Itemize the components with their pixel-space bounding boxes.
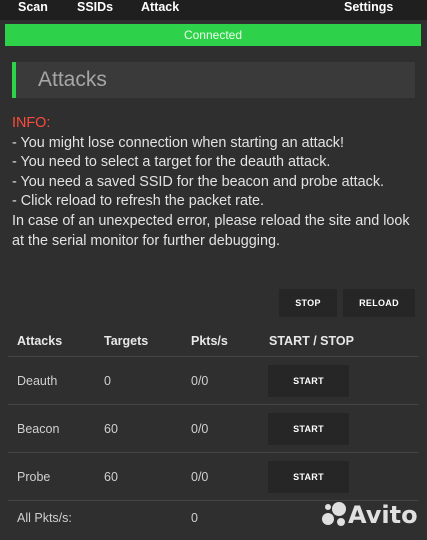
- info-label: INFO:: [12, 115, 51, 131]
- avito-logo-icon: [322, 502, 346, 526]
- column-header-attacks: Attacks: [17, 334, 63, 348]
- attack-pkts: 0/0: [191, 374, 209, 388]
- attack-targets: 0: [104, 374, 111, 388]
- reload-button[interactable]: RELOAD: [343, 289, 415, 317]
- nav-ssids[interactable]: SSIDs: [77, 0, 113, 14]
- attack-name: Probe: [17, 470, 51, 484]
- table-divider: [8, 356, 419, 357]
- attack-name: Beacon: [17, 422, 60, 436]
- info-panel: INFO: - You might lose connection when s…: [12, 114, 417, 251]
- stop-button[interactable]: STOP: [279, 289, 337, 317]
- info-line: - You need a saved SSID for the beacon a…: [12, 173, 385, 190]
- connection-status-bar: Connected: [5, 24, 421, 46]
- table-divider: [8, 452, 419, 453]
- table-divider: [8, 404, 419, 405]
- deauth-start-button[interactable]: START: [268, 365, 349, 397]
- attack-targets: 60: [104, 422, 118, 436]
- attack-pkts: 0/0: [191, 422, 209, 436]
- top-nav: Scan SSIDs Attack Settings: [0, 0, 427, 20]
- info-line: - You might lose connection when startin…: [12, 134, 344, 151]
- info-line: - You need to select a target for the de…: [12, 154, 331, 171]
- column-header-start-stop: START / STOP: [269, 334, 354, 348]
- attack-targets: 60: [104, 470, 118, 484]
- info-line: - Click reload to refresh the packet rat…: [12, 193, 264, 210]
- page-title: Attacks: [12, 62, 415, 98]
- column-header-targets: Targets: [104, 334, 149, 348]
- avito-watermark: Avito: [320, 500, 418, 530]
- nav-attack[interactable]: Attack: [141, 0, 179, 14]
- info-line: In case of an unexpected error, please r…: [12, 212, 410, 249]
- watermark-text: Avito: [348, 501, 418, 529]
- attack-pkts: 0/0: [191, 470, 209, 484]
- attack-name: Deauth: [17, 374, 58, 388]
- nav-scan[interactable]: Scan: [18, 0, 48, 14]
- all-pkts-value: 0: [191, 511, 198, 525]
- all-pkts-label: All Pkts/s:: [17, 511, 72, 525]
- nav-settings[interactable]: Settings: [344, 0, 393, 14]
- beacon-start-button[interactable]: START: [268, 413, 349, 445]
- probe-start-button[interactable]: START: [268, 461, 349, 493]
- column-header-pkts: Pkts/s: [191, 334, 228, 348]
